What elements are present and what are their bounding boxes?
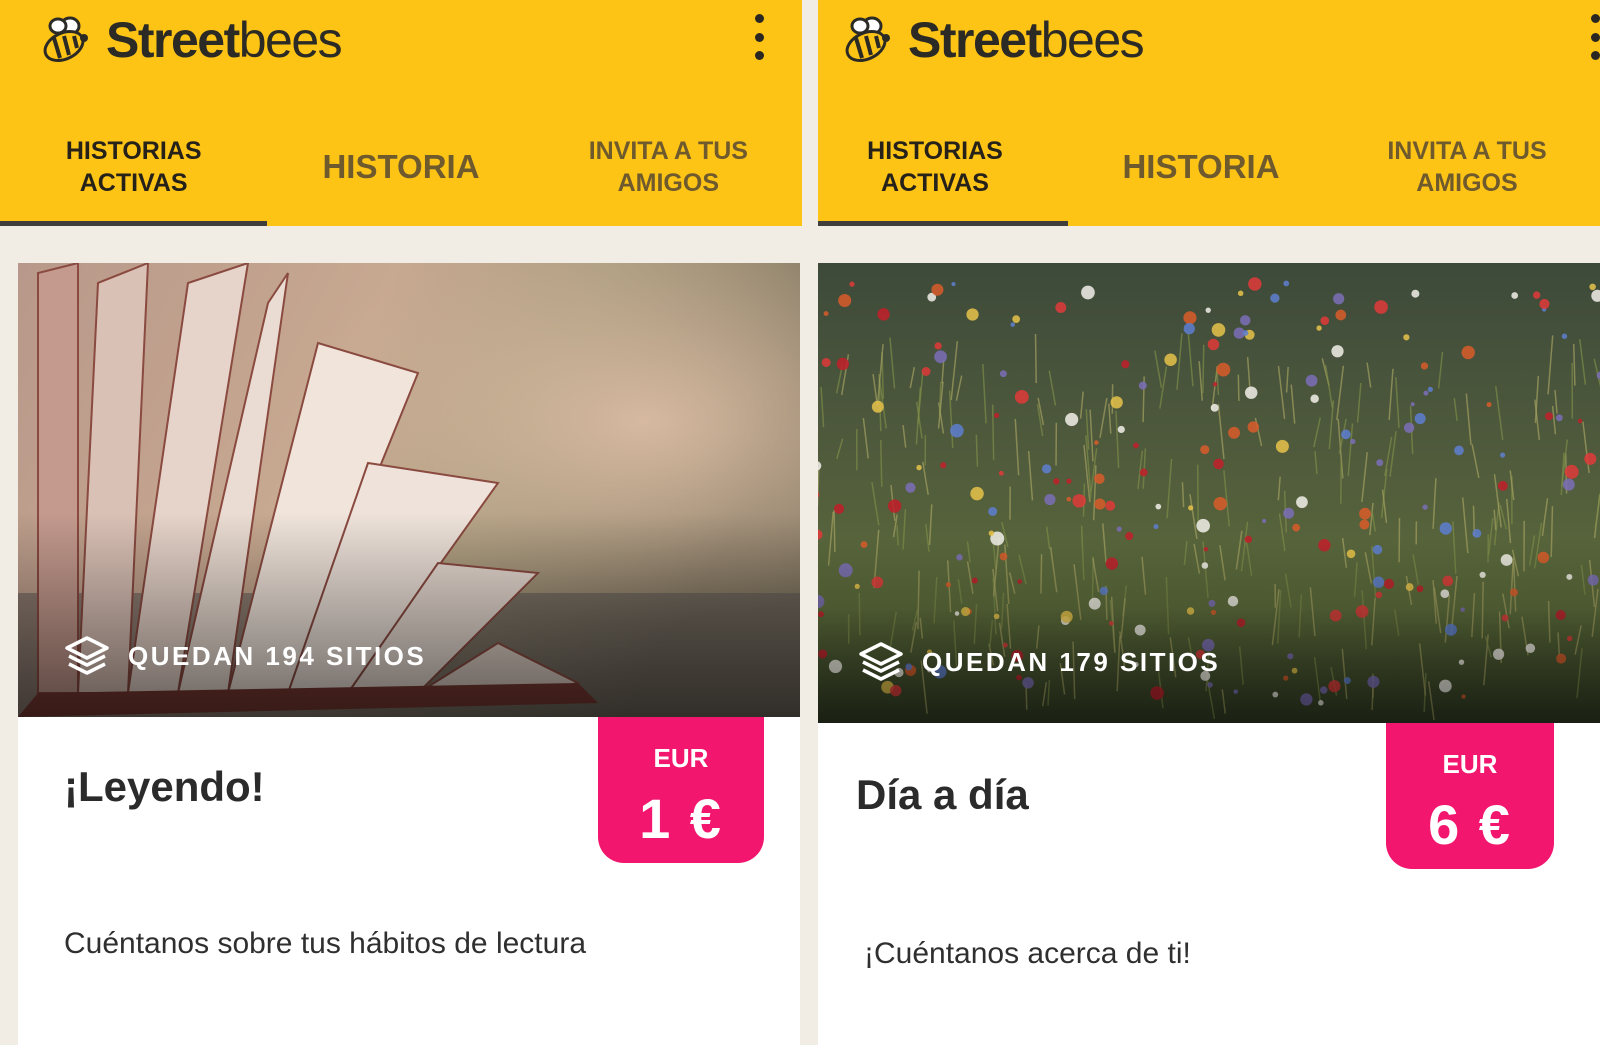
story-title: ¡Leyendo! [64, 763, 265, 810]
remaining-slots: QUEDAN 179 SITIOS [858, 641, 1220, 683]
story-title: Día a día [856, 771, 1029, 818]
story-card[interactable]: QUEDAN 194 SITIOS EUR 1 € ¡Leyendo! Cuén… [18, 263, 800, 1045]
story-description: Cuéntanos sobre tus hábitos de lectura [64, 927, 586, 960]
price-currency: EUR [653, 743, 709, 773]
story-card[interactable]: QUEDAN 179 SITIOS EUR 6 € Día a día ¡Cué… [818, 263, 1600, 1045]
remaining-slots: QUEDAN 194 SITIOS [64, 635, 426, 677]
bee-logo-icon [43, 16, 88, 63]
layers-icon [859, 642, 903, 681]
tab-bar: HISTORIAS ACTIVAS HISTORIA INVITA A TUS … [0, 130, 802, 226]
bee-logo-icon [845, 16, 890, 63]
brand-name: Streetbees [106, 12, 343, 68]
tab-invita-amigos[interactable]: INVITA A TUS AMIGOS [535, 130, 802, 226]
screen-left: Streetbees HISTORIAS ACTIVAS HISTORIA IN… [0, 0, 802, 1045]
price-currency: EUR [1442, 749, 1498, 779]
tab-historias-activas[interactable]: HISTORIAS ACTIVAS [0, 130, 268, 226]
story-description: ¡Cuéntanos acerca de ti! [864, 937, 1191, 970]
tab-bar: HISTORIAS ACTIVAS HISTORIA INVITA A TUS … [818, 130, 1600, 226]
logo: Streetbees [838, 10, 1145, 70]
tab-historias-activas[interactable]: HISTORIAS ACTIVAS [818, 130, 1068, 226]
price-badge: EUR 6 € [1386, 723, 1554, 869]
open-book-photo: QUEDAN 194 SITIOS [18, 263, 800, 717]
wildflower-meadow-photo: QUEDAN 179 SITIOS [818, 263, 1600, 723]
screen-right: Streetbees HISTORIAS ACTIVAS HISTORIA IN… [818, 0, 1600, 1045]
logo: Streetbees [36, 10, 343, 70]
tab-historia[interactable]: HISTORIA [1068, 130, 1334, 226]
overflow-menu-icon[interactable] [1586, 14, 1600, 60]
app-bar: Streetbees HISTORIAS ACTIVAS HISTORIA IN… [818, 0, 1600, 226]
brand-name: Streetbees [908, 12, 1145, 68]
tab-historia[interactable]: HISTORIA [267, 130, 534, 226]
price-amount: 1 € [639, 787, 723, 850]
overflow-menu-icon[interactable] [750, 14, 768, 60]
price-amount: 6 € [1428, 793, 1512, 856]
layers-icon [65, 636, 109, 675]
tab-invita-amigos[interactable]: INVITA A TUS AMIGOS [1334, 130, 1600, 226]
app-bar: Streetbees HISTORIAS ACTIVAS HISTORIA IN… [0, 0, 802, 226]
price-badge: EUR 1 € [598, 717, 764, 863]
